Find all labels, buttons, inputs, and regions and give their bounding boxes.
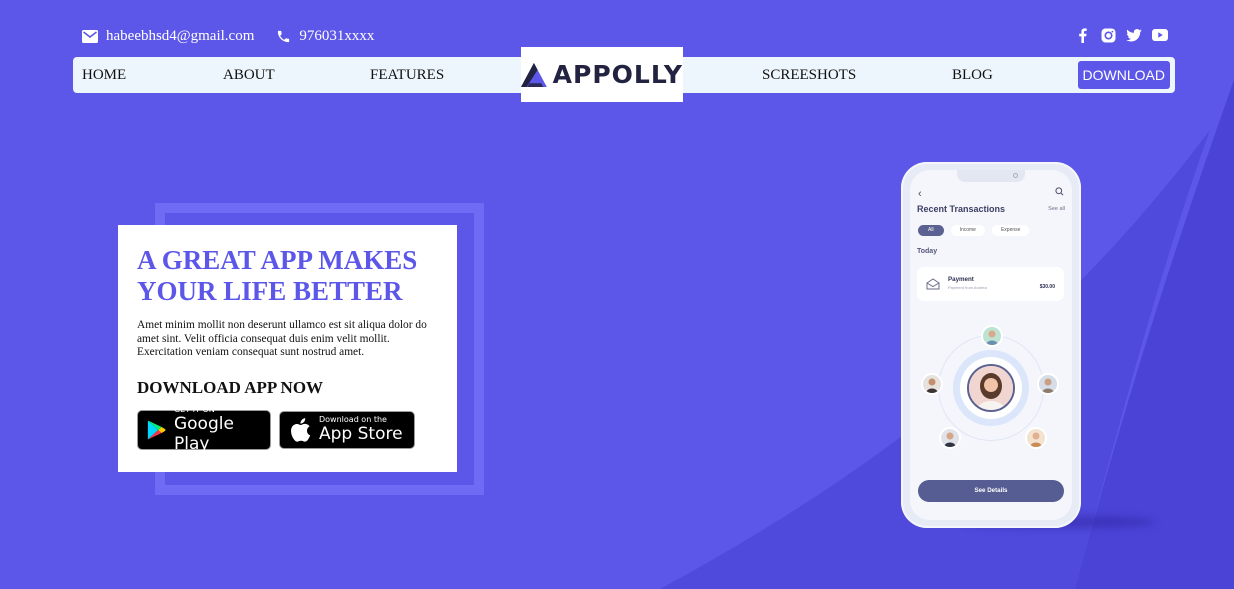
app-store-badge[interactable]: Download on the App Store (279, 410, 415, 449)
phone-mockup: ‹ Recent Transactions See all All Income… (901, 162, 1081, 528)
hero-paragraph: Amet minim mollit non deserunt ullamco e… (137, 319, 427, 359)
avatar-left (921, 373, 943, 395)
facebook-icon[interactable] (1074, 27, 1090, 43)
avatar-top (981, 325, 1003, 347)
store-badges: GET IT ON Google Play Download on the Ap… (137, 405, 439, 454)
phone-contact[interactable]: 976031xxxx (276, 28, 374, 45)
nav-about[interactable]: ABOUT (223, 57, 275, 93)
avatar-bottom-right (1025, 427, 1047, 449)
envelope-icon (926, 278, 940, 290)
avatar-right (1037, 373, 1059, 395)
logo-text: APPOLLY (552, 60, 683, 89)
social-links (1074, 27, 1168, 43)
see-all-link: See all (1048, 206, 1065, 212)
nav-features[interactable]: FEATURES (370, 57, 444, 93)
logo-triangle-icon (521, 62, 547, 87)
mail-icon (82, 29, 98, 43)
see-details-button: See Details (918, 480, 1064, 502)
apple-badge-small: Download on the (319, 415, 387, 425)
search-icon (1055, 187, 1064, 196)
phone-icon (278, 30, 290, 42)
hero-card: A GREAT APP MAKES YOUR LIFE BETTER Amet … (118, 225, 457, 472)
google-badge-big: Google Play (173, 414, 234, 455)
google-play-icon (147, 420, 166, 440)
twitter-icon[interactable] (1126, 27, 1142, 43)
phone-text: 976031xxxx (299, 27, 375, 44)
transaction-subtitle: Payment from Andrea (948, 285, 987, 290)
hero-headline: A GREAT APP MAKES YOUR LIFE BETTER (137, 245, 418, 306)
section-today: Today (917, 248, 938, 255)
chip-expense: Expense (991, 225, 1030, 236)
apple-icon (291, 417, 311, 442)
chip-income: Income (950, 225, 985, 236)
back-arrow-icon: ‹ (918, 188, 922, 200)
instagram-icon[interactable] (1100, 27, 1116, 43)
phone-notch (957, 170, 1025, 182)
google-play-badge[interactable]: GET IT ON Google Play (137, 405, 271, 454)
transaction-amount: $30.00 (1039, 284, 1055, 290)
avatar-bottom-left (939, 427, 961, 449)
logo[interactable]: APPOLLY (521, 47, 683, 102)
nav-screenshots[interactable]: SCREESHOTS (762, 57, 856, 93)
transaction-card: Payment Payment from Andrea $30.00 (917, 267, 1064, 301)
avatar-main (967, 364, 1015, 412)
apple-badge-big: App Store (319, 424, 403, 445)
email-text: habeebhsd4@gmail.com (106, 27, 255, 44)
download-title: DOWNLOAD APP NOW (137, 377, 324, 397)
email-contact[interactable]: habeebhsd4@gmail.com (82, 28, 254, 45)
transaction-title: Payment (948, 276, 974, 283)
nav-home[interactable]: HOME (82, 57, 126, 93)
chip-all: All (918, 225, 944, 236)
phone-screen: ‹ Recent Transactions See all All Income… (910, 170, 1072, 520)
youtube-icon[interactable] (1152, 27, 1168, 43)
screen-title: Recent Transactions (917, 204, 1006, 214)
nav-blog[interactable]: BLOG (952, 57, 993, 93)
filter-chips: All Income Expense (918, 225, 1030, 236)
download-button[interactable]: DOWNLOAD (1077, 61, 1170, 89)
contact-bar: habeebhsd4@gmail.com 976031xxxx (82, 26, 374, 46)
google-badge-small: GET IT ON (173, 405, 215, 415)
